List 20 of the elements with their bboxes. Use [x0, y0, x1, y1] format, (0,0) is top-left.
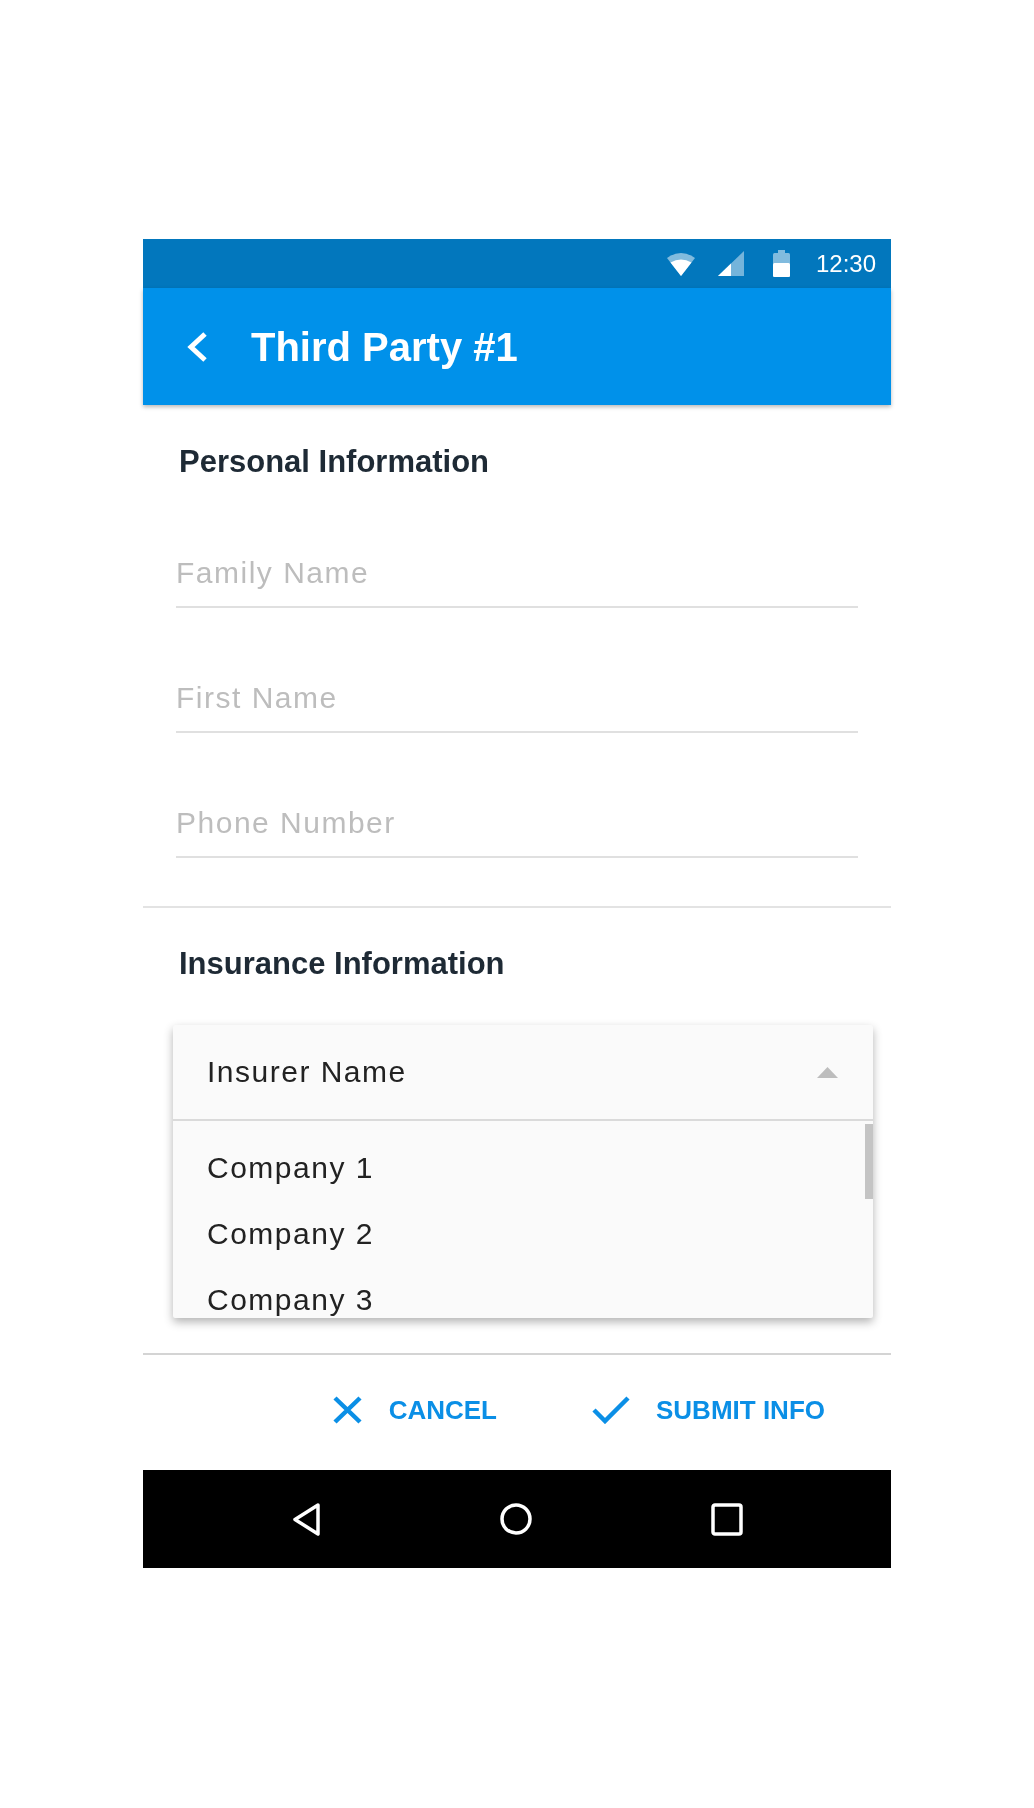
- signal-icon: [717, 251, 744, 276]
- input-field[interactable]: Family Name: [176, 540, 858, 608]
- input-field[interactable]: Phone Number: [176, 790, 858, 858]
- home-icon[interactable]: [499, 1503, 532, 1535]
- dropdown-option[interactable]: Company 2: [173, 1216, 863, 1252]
- dropdown-option[interactable]: Company 1: [173, 1150, 863, 1186]
- recent-apps-icon[interactable]: [710, 1502, 743, 1536]
- back-icon[interactable]: [291, 1501, 321, 1537]
- battery-icon: [772, 250, 790, 277]
- dropdown-option[interactable]: Company 3: [173, 1282, 863, 1318]
- section-title: Insurance Information: [179, 945, 506, 983]
- caret-icon: [817, 1066, 838, 1078]
- dropdown-header[interactable]: Insurer Name: [173, 1025, 873, 1121]
- close-icon: [331, 1394, 363, 1425]
- check-icon: [592, 1395, 630, 1424]
- screen-title: Third Party #1: [251, 323, 518, 371]
- wifi-icon: [666, 251, 695, 276]
- input-field[interactable]: First Name: [176, 665, 858, 733]
- section-title: Personal Information: [179, 443, 491, 481]
- status-time: 12:30: [815, 249, 876, 278]
